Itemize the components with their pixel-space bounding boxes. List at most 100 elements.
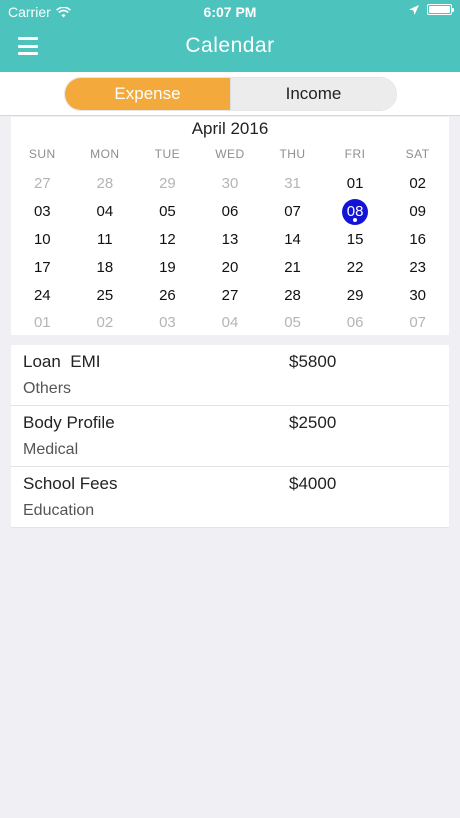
- calendar-day-selected[interactable]: 08: [324, 198, 387, 226]
- transaction-category: Others: [23, 380, 72, 397]
- month-title: April 2016: [191, 119, 269, 138]
- calendar-day[interactable]: 21: [261, 253, 324, 281]
- transaction-category: Medical: [23, 441, 79, 458]
- calendar-day[interactable]: 26: [136, 281, 199, 309]
- calendar-day-number: 29: [346, 286, 364, 304]
- calendar-day[interactable]: 03: [136, 309, 199, 337]
- calendar-day[interactable]: 05: [261, 309, 324, 337]
- calendar-day-number: 18: [96, 258, 114, 276]
- calendar-day[interactable]: 01: [11, 309, 74, 337]
- calendar-day-number: 05: [284, 314, 301, 332]
- calendar-day[interactable]: 17: [11, 253, 74, 281]
- calendar-day[interactable]: 11: [74, 226, 137, 254]
- calendar-day[interactable]: 02: [386, 170, 449, 198]
- calendar-day-number: 13: [221, 230, 239, 248]
- calendar-day[interactable]: 09: [386, 198, 449, 226]
- calendar-day[interactable]: 25: [74, 281, 137, 309]
- calendar-day-number: 07: [284, 203, 301, 221]
- status-time: 6:07 PM: [203, 4, 257, 20]
- calendar-day-number: 12: [159, 230, 176, 248]
- calendar-day[interactable]: 07: [386, 309, 449, 337]
- calendar-day[interactable]: 20: [199, 253, 262, 281]
- calendar-day-number: 03: [159, 314, 176, 332]
- calendar-day-number: 31: [284, 175, 301, 193]
- transaction-row[interactable]: Body Profile $2500 Medical: [11, 406, 449, 467]
- calendar-day[interactable]: 04: [199, 309, 262, 337]
- calendar-day-number: 04: [221, 314, 239, 332]
- calendar-day-number: 01: [346, 175, 364, 193]
- weekday-label: TUE: [154, 147, 181, 161]
- transaction-amount: $4000: [289, 474, 337, 493]
- calendar-day[interactable]: 15: [324, 226, 387, 254]
- calendar-day[interactable]: 23: [386, 253, 449, 281]
- transaction-row[interactable]: Loan EMI $5800 Others: [11, 345, 449, 406]
- calendar-day-number: 04: [96, 203, 114, 221]
- segment-income[interactable]: Income: [230, 78, 396, 110]
- calendar-day[interactable]: 01: [324, 170, 387, 198]
- calendar-day[interactable]: 13: [199, 226, 262, 254]
- calendar-day[interactable]: 22: [324, 253, 387, 281]
- calendar: April 2016 SUN MON TUE WED THU FRI SAT 2…: [11, 117, 449, 335]
- calendar-day[interactable]: 12: [136, 226, 199, 254]
- calendar-day[interactable]: 07: [261, 198, 324, 226]
- calendar-day-number: 28: [96, 175, 114, 193]
- calendar-day[interactable]: 03: [11, 198, 74, 226]
- calendar-day-number: 02: [409, 175, 426, 193]
- calendar-day[interactable]: 27: [199, 281, 262, 309]
- calendar-day-number: 21: [284, 258, 301, 276]
- calendar-day[interactable]: 06: [199, 198, 262, 226]
- calendar-day[interactable]: 04: [74, 198, 137, 226]
- calendar-day-number: 10: [33, 230, 51, 248]
- calendar-day-number: 23: [409, 258, 426, 276]
- calendar-day[interactable]: 05: [136, 198, 199, 226]
- calendar-day-number: 30: [409, 286, 426, 304]
- calendar-day-number: 30: [221, 175, 239, 193]
- weekday-label: FRI: [344, 147, 366, 161]
- calendar-day[interactable]: 30: [199, 170, 262, 198]
- calendar-day[interactable]: 30: [386, 281, 449, 309]
- transaction-list: Loan EMI $5800 Others Body Profile $2500 Medi…: [11, 345, 449, 528]
- calendar-day[interactable]: 18: [74, 253, 137, 281]
- calendar-day-number: 01: [33, 314, 51, 332]
- calendar-day[interactable]: 06: [324, 309, 387, 337]
- location-arrow-icon: [409, 4, 419, 15]
- transaction-title: School Fees: [23, 474, 118, 493]
- calendar-day[interactable]: 31: [261, 170, 324, 198]
- segment-area: Expense Income: [0, 72, 460, 116]
- page-title: Calendar: [185, 34, 275, 57]
- calendar-day[interactable]: 14: [261, 226, 324, 254]
- calendar-day-number: 27: [221, 286, 239, 304]
- calendar-day-number: 05: [159, 203, 176, 221]
- transaction-amount: $5800: [289, 352, 337, 371]
- weekday-label: MON: [90, 147, 120, 161]
- segment-expense[interactable]: Expense: [65, 78, 230, 110]
- calendar-day-number: 22: [346, 258, 364, 276]
- calendar-day-number: 17: [33, 258, 51, 276]
- calendar-day[interactable]: 10: [11, 226, 74, 254]
- calendar-day[interactable]: 29: [324, 281, 387, 309]
- calendar-day[interactable]: 28: [261, 281, 324, 309]
- battery-icon: [427, 4, 454, 15]
- calendar-day-number: 14: [284, 230, 301, 248]
- calendar-day[interactable]: 28: [74, 170, 137, 198]
- calendar-day-number: 15: [346, 230, 364, 248]
- calendar-day-number: 27: [33, 175, 51, 193]
- calendar-day[interactable]: 16: [386, 226, 449, 254]
- weekday-label: SAT: [405, 147, 430, 161]
- calendar-day[interactable]: 29: [136, 170, 199, 198]
- calendar-day-number: 06: [221, 203, 239, 221]
- nav-bar: Calendar: [0, 24, 460, 72]
- calendar-day-number: 28: [284, 286, 301, 304]
- transaction-row[interactable]: School Fees $4000 Education: [11, 467, 449, 528]
- weekday-label: WED: [215, 147, 245, 161]
- calendar-day-number: 19: [159, 258, 176, 276]
- calendar-day-number: 06: [346, 314, 364, 332]
- weekday-label: THU: [279, 147, 306, 161]
- calendar-day[interactable]: 19: [136, 253, 199, 281]
- days-grid: 27 28 29 30 31 01 02 03 04 05 06 07 08 09 10 11 12 13 14 15…: [11, 170, 449, 337]
- calendar-day[interactable]: 27: [11, 170, 74, 198]
- expense-income-toggle: Expense Income: [64, 77, 397, 111]
- calendar-day-number: 29: [159, 175, 176, 193]
- calendar-day[interactable]: 02: [74, 309, 137, 337]
- calendar-day[interactable]: 24: [11, 281, 74, 309]
